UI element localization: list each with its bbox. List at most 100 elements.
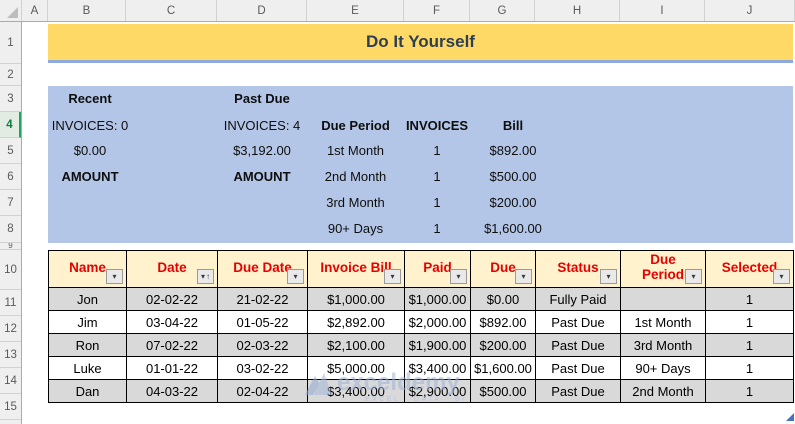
- cell-status[interactable]: Past Due: [536, 380, 621, 403]
- column-header-date[interactable]: Date ▾↑: [127, 251, 218, 288]
- past-due-amount-label[interactable]: AMOUNT: [212, 168, 312, 186]
- row-header-4-active[interactable]: 4: [0, 112, 21, 138]
- aging-bill-2[interactable]: $500.00: [468, 168, 558, 186]
- cell-selected[interactable]: 1: [706, 357, 794, 380]
- column-header-a[interactable]: A: [22, 0, 48, 21]
- title-banner[interactable]: Do It Yourself: [48, 24, 793, 63]
- cell-invoice-bill[interactable]: $2,892.00: [308, 311, 405, 334]
- cell-name[interactable]: Jon: [49, 288, 127, 311]
- cell-invoice-bill[interactable]: $2,100.00: [308, 334, 405, 357]
- row-header-3[interactable]: 3: [0, 86, 21, 112]
- table-resize-handle[interactable]: [786, 413, 794, 421]
- cell-due-date[interactable]: 01-05-22: [218, 311, 308, 334]
- cell-due[interactable]: $200.00: [471, 334, 536, 357]
- aging-count-3[interactable]: 1: [404, 194, 470, 212]
- cell-status[interactable]: Fully Paid: [536, 288, 621, 311]
- cell-status[interactable]: Past Due: [536, 311, 621, 334]
- cell-due[interactable]: $1,600.00: [471, 357, 536, 380]
- column-header-name[interactable]: Name ▾: [49, 251, 127, 288]
- cell-date[interactable]: 07-02-22: [127, 334, 218, 357]
- aging-count-4[interactable]: 1: [404, 220, 470, 238]
- past-due-amount[interactable]: $3,192.00: [212, 142, 312, 160]
- cell-paid[interactable]: $2,000.00: [405, 311, 471, 334]
- aging-count-1[interactable]: 1: [404, 142, 470, 160]
- row-header-13[interactable]: 13: [0, 342, 21, 368]
- filter-dropdown-button-sorted[interactable]: ▾↑: [197, 269, 214, 284]
- filter-dropdown-button[interactable]: ▾: [287, 269, 304, 284]
- past-due-title[interactable]: Past Due: [212, 90, 312, 108]
- cell-paid[interactable]: $2,900.00: [405, 380, 471, 403]
- cell-paid[interactable]: $1,900.00: [405, 334, 471, 357]
- aging-period-2[interactable]: 2nd Month: [307, 168, 404, 186]
- column-header-paid[interactable]: Paid ▾: [405, 251, 471, 288]
- row-header-1[interactable]: 1: [0, 22, 21, 64]
- column-header-b[interactable]: B: [48, 0, 126, 21]
- recent-invoices[interactable]: INVOICES: 0: [40, 117, 140, 135]
- select-all-corner[interactable]: [0, 0, 22, 21]
- cell-due-date[interactable]: 21-02-22: [218, 288, 308, 311]
- cell-selected[interactable]: 1: [706, 380, 794, 403]
- cell-due-date[interactable]: 03-02-22: [218, 357, 308, 380]
- cell-due-period[interactable]: 2nd Month: [621, 380, 706, 403]
- aging-count-2[interactable]: 1: [404, 168, 470, 186]
- column-header-c[interactable]: C: [126, 0, 217, 21]
- column-header-h[interactable]: H: [535, 0, 620, 21]
- row-header-10[interactable]: 10: [0, 250, 21, 290]
- column-header-i[interactable]: I: [620, 0, 705, 21]
- column-header-due-date[interactable]: Due Date ▾: [218, 251, 308, 288]
- cell-name[interactable]: Jim: [49, 311, 127, 334]
- aging-bill-4[interactable]: $1,600.00: [468, 220, 558, 238]
- aging-bill-header[interactable]: Bill: [468, 117, 558, 135]
- filter-dropdown-button[interactable]: ▾: [384, 269, 401, 284]
- row-header-12[interactable]: 12: [0, 316, 21, 342]
- column-header-j[interactable]: J: [705, 0, 795, 21]
- cell-due-period[interactable]: 1st Month: [621, 311, 706, 334]
- aging-period-3[interactable]: 3rd Month: [307, 194, 404, 212]
- aging-period-1[interactable]: 1st Month: [307, 142, 404, 160]
- column-header-status[interactable]: Status ▾: [536, 251, 621, 288]
- aging-invoices-header[interactable]: INVOICES: [404, 117, 470, 135]
- row-header-7[interactable]: 7: [0, 190, 21, 216]
- filter-dropdown-button[interactable]: ▾: [106, 269, 123, 284]
- cell-status[interactable]: Past Due: [536, 357, 621, 380]
- cell-due-period[interactable]: 90+ Days: [621, 357, 706, 380]
- cell-due-period[interactable]: 3rd Month: [621, 334, 706, 357]
- cell-selected[interactable]: 1: [706, 288, 794, 311]
- cell-due-date[interactable]: 02-03-22: [218, 334, 308, 357]
- column-header-d[interactable]: D: [217, 0, 307, 21]
- past-due-invoices[interactable]: INVOICES: 4: [212, 117, 312, 135]
- row-header-11[interactable]: 11: [0, 290, 21, 316]
- row-header-2[interactable]: 2: [0, 64, 21, 86]
- column-header-invoice-bill[interactable]: Invoice Bill ▾: [308, 251, 405, 288]
- row-header-8[interactable]: 8: [0, 216, 21, 243]
- cell-due-date[interactable]: 02-04-22: [218, 380, 308, 403]
- column-header-g[interactable]: G: [470, 0, 535, 21]
- column-header-f[interactable]: F: [404, 0, 470, 21]
- row-header-9-collapsed[interactable]: 9: [0, 243, 21, 250]
- cell-due-period[interactable]: [621, 288, 706, 311]
- aging-bill-3[interactable]: $200.00: [468, 194, 558, 212]
- cell-invoice-bill[interactable]: $3,400.00: [308, 380, 405, 403]
- column-header-due-period[interactable]: Due Period ▾: [621, 251, 706, 288]
- row-header-14[interactable]: 14: [0, 368, 21, 394]
- cell-due[interactable]: $500.00: [471, 380, 536, 403]
- aging-due-period-header[interactable]: Due Period: [307, 117, 404, 135]
- cell-paid[interactable]: $3,400.00: [405, 357, 471, 380]
- filter-dropdown-button[interactable]: ▾: [685, 269, 702, 284]
- cell-invoice-bill[interactable]: $1,000.00: [308, 288, 405, 311]
- filter-dropdown-button[interactable]: ▾: [515, 269, 532, 284]
- filter-dropdown-button[interactable]: ▾: [600, 269, 617, 284]
- cell-date[interactable]: 01-01-22: [127, 357, 218, 380]
- cell-selected[interactable]: 1: [706, 311, 794, 334]
- row-header-15[interactable]: 15: [0, 394, 21, 420]
- cell-due[interactable]: $892.00: [471, 311, 536, 334]
- cell-date[interactable]: 04-03-22: [127, 380, 218, 403]
- filter-dropdown-button[interactable]: ▾: [450, 269, 467, 284]
- row-header-6[interactable]: 6: [0, 164, 21, 190]
- recent-title[interactable]: Recent: [40, 90, 140, 108]
- aging-period-4[interactable]: 90+ Days: [307, 220, 404, 238]
- recent-amount-label[interactable]: AMOUNT: [40, 168, 140, 186]
- column-header-selected[interactable]: Selected ▾: [706, 251, 794, 288]
- column-header-due[interactable]: Due ▾: [471, 251, 536, 288]
- recent-amount[interactable]: $0.00: [40, 142, 140, 160]
